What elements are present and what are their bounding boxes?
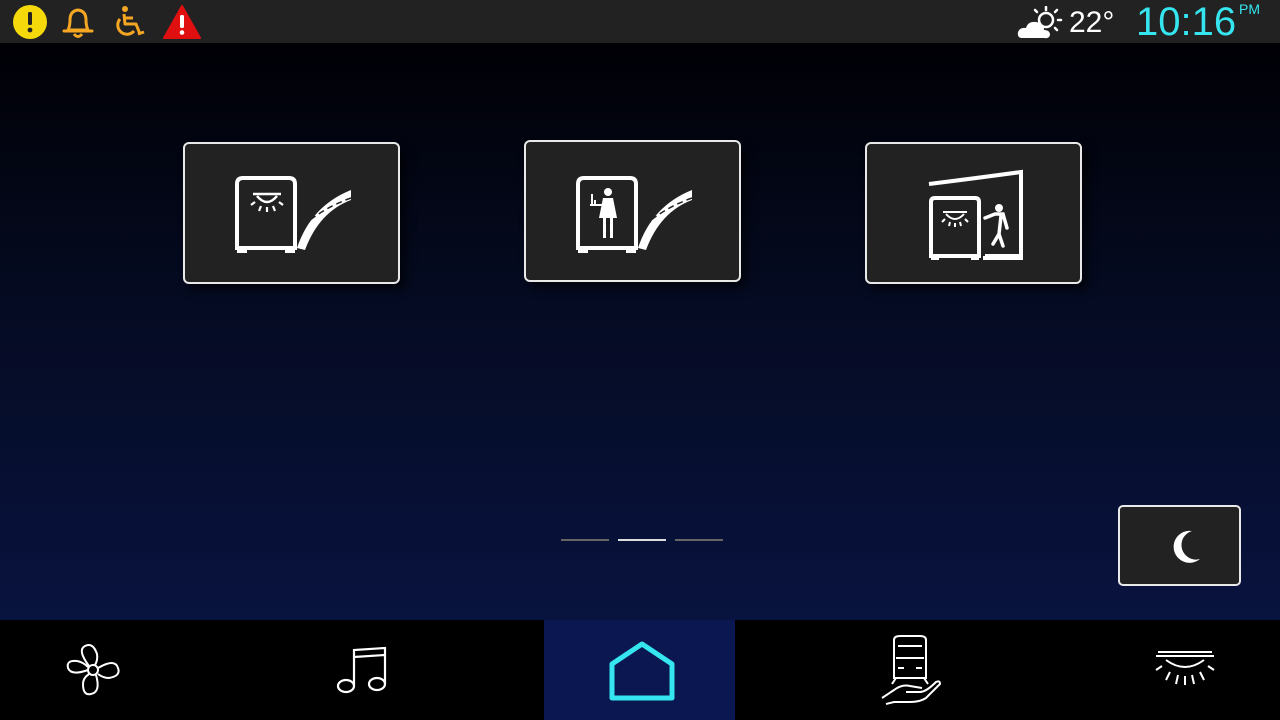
tile-cabin-light-boarding[interactable] — [865, 142, 1082, 284]
page-indicator-3[interactable] — [675, 539, 723, 541]
nav-service[interactable] — [820, 620, 1010, 720]
page-indicator-2[interactable] — [618, 539, 666, 541]
partly-cloudy-icon — [1017, 6, 1063, 39]
fan-icon — [66, 644, 120, 696]
nav-home[interactable] — [544, 620, 735, 720]
status-bar: 22° 10:16 PM — [0, 0, 1280, 44]
clock-ampm: PM — [1239, 1, 1260, 17]
alert-triangle-icon[interactable] — [162, 4, 202, 40]
ceiling-light-icon — [1155, 651, 1215, 685]
moon-icon — [1173, 530, 1200, 563]
tile-cabin-light-platform[interactable] — [183, 142, 400, 284]
bell-icon[interactable] — [60, 4, 96, 40]
music-note-icon — [336, 646, 387, 694]
page-indicator-1[interactable] — [561, 539, 609, 541]
cabin-attendant-platform-icon — [576, 176, 693, 253]
temperature: 22° — [1069, 6, 1115, 39]
nav-lighting[interactable] — [1090, 620, 1280, 720]
cabin-light-boarding-icon — [928, 169, 1023, 260]
cabin-light-platform-icon — [235, 176, 352, 253]
clock-time: 10:16 — [1136, 0, 1237, 44]
train-service-icon — [881, 635, 942, 705]
warning-circle-icon[interactable] — [12, 4, 48, 40]
nav-climate[interactable] — [0, 620, 190, 720]
bottom-nav — [0, 620, 1280, 720]
wheelchair-icon[interactable] — [110, 4, 146, 40]
main-area — [0, 43, 1280, 620]
tile-cabin-attendant-platform[interactable] — [524, 140, 741, 282]
night-mode-button[interactable] — [1118, 505, 1241, 586]
nav-audio[interactable] — [268, 620, 458, 720]
home-icon — [609, 641, 675, 701]
